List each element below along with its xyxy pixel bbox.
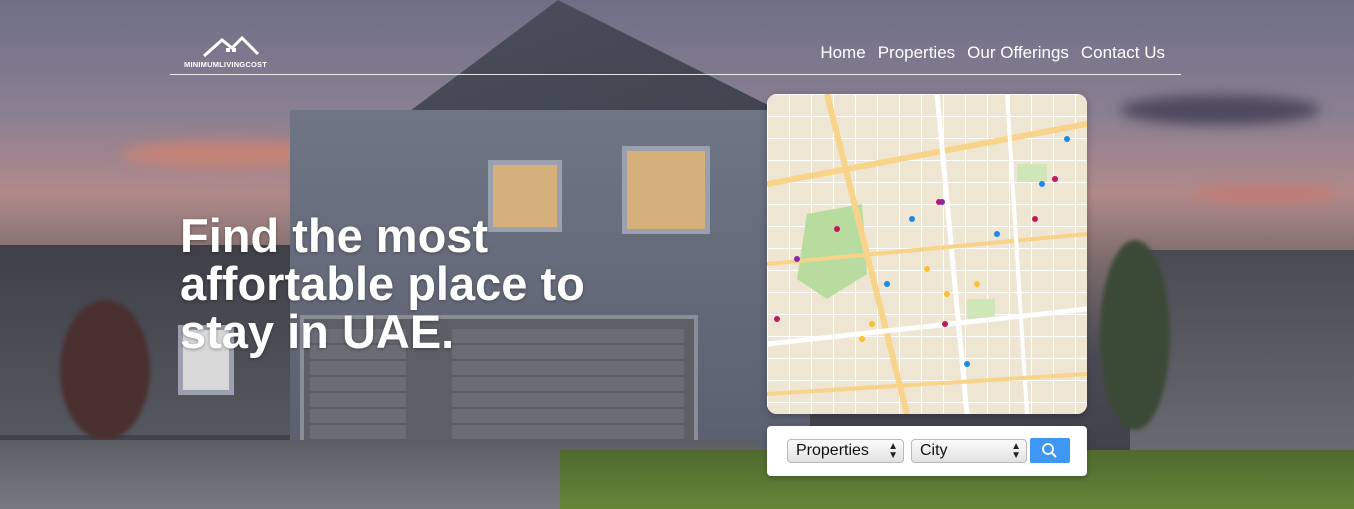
city-select[interactable]: City ▲ ▼ xyxy=(911,439,1027,463)
city-map[interactable] xyxy=(767,94,1087,414)
cloud xyxy=(1120,95,1320,125)
search-button[interactable] xyxy=(1030,438,1070,463)
tree xyxy=(60,300,150,440)
property-type-select-value: Properties xyxy=(796,442,869,459)
nav-our-offerings[interactable]: Our Offerings xyxy=(967,43,1069,63)
property-type-select[interactable]: Properties ▲ ▼ xyxy=(787,439,904,463)
tree xyxy=(1100,240,1170,430)
nav-links: Home Properties Our Offerings Contact Us xyxy=(820,43,1165,63)
nav-properties[interactable]: Properties xyxy=(878,43,955,63)
navbar: MINIMUMLIVINGCOST Home Properties Our Of… xyxy=(170,30,1181,75)
select-arrows-icon: ▲ ▼ xyxy=(888,441,898,461)
city-select-value: City xyxy=(920,442,948,459)
site-logo[interactable]: MINIMUMLIVINGCOST xyxy=(184,34,279,70)
hero-section: MINIMUMLIVINGCOST Home Properties Our Of… xyxy=(0,0,1354,509)
select-arrows-icon: ▲ ▼ xyxy=(1011,441,1021,461)
map-image xyxy=(767,94,1087,414)
search-bar: Properties ▲ ▼ City ▲ ▼ xyxy=(767,426,1087,476)
nav-home[interactable]: Home xyxy=(820,43,865,63)
logo-wordmark: MINIMUMLIVINGCOST xyxy=(184,60,267,69)
cloud xyxy=(1190,185,1340,203)
magnifier-icon xyxy=(1042,443,1057,458)
nav-contact-us[interactable]: Contact Us xyxy=(1081,43,1165,63)
house-roof-logo-icon xyxy=(203,35,260,58)
hero-headline: Find the most affortable place to stay i… xyxy=(180,209,585,358)
